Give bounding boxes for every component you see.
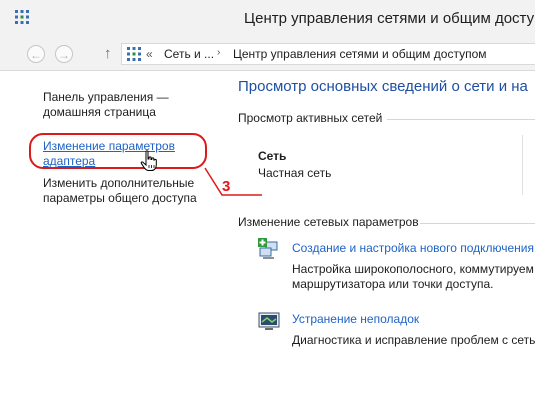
hand-cursor-icon [140, 150, 157, 171]
troubleshoot-link[interactable]: Устранение неполадок [292, 312, 419, 326]
back-button[interactable]: ← [27, 45, 45, 63]
network-name: Сеть [258, 149, 287, 163]
address-overflow-chevron[interactable]: « [146, 47, 153, 61]
breadcrumb-network-center[interactable]: Центр управления сетями и общим доступом [233, 47, 487, 61]
troubleshoot-icon [258, 312, 280, 330]
address-bar[interactable]: « Сеть и ... › Центр управления сетями и… [121, 43, 535, 65]
sidebar-advanced-sharing-link[interactable]: Изменить дополнительные параметры общего… [43, 176, 197, 206]
title-bar: Центр управления сетями и общим доступ [0, 0, 535, 40]
task-desc-line2: маршрутизатора или точки доступа. [292, 277, 494, 291]
sidebar-home-line1: Панель управления — [43, 90, 169, 104]
setup-new-connection-link[interactable]: Создание и настройка нового подключения [292, 241, 534, 255]
section-divider [387, 119, 535, 120]
up-button[interactable]: ↑ [104, 45, 112, 63]
sidebar-control-panel-home-link[interactable]: Панель управления — домашняя страница [43, 90, 169, 120]
active-networks-heading: Просмотр активных сетей [238, 111, 383, 125]
network-center-icon [127, 47, 141, 61]
sidebar-sharing-line2: параметры общего доступа [43, 191, 197, 205]
breadcrumb-separator[interactable]: › [217, 47, 220, 58]
sidebar-home-line2: домашняя страница [43, 105, 156, 119]
window-title: Центр управления сетями и общим доступ [244, 10, 535, 27]
task-desc-line1: Диагностика и исправление проблем с сеть… [292, 333, 535, 347]
change-network-settings-heading: Изменение сетевых параметров [238, 215, 419, 229]
network-center-icon [15, 10, 29, 24]
section-divider [420, 223, 535, 224]
highlight-oval [29, 133, 207, 169]
task-desc-line1: Настройка широкополосного, коммутируем [292, 262, 534, 276]
sidebar-sharing-line1: Изменить дополнительные [43, 176, 195, 190]
network-type-link[interactable]: Частная сеть [258, 166, 331, 180]
vertical-divider [522, 135, 523, 195]
new-connection-icon [258, 238, 278, 259]
setup-new-connection-description: Настройка широкополосного, коммутируем м… [292, 262, 534, 292]
page-title: Просмотр основных сведений о сети и на [238, 78, 528, 95]
troubleshoot-description: Диагностика и исправление проблем с сеть… [292, 333, 535, 348]
navigation-bar: ← → ↑ « Сеть и ... › Центр управления се… [0, 40, 535, 71]
breadcrumb-network[interactable]: Сеть и ... [164, 47, 214, 61]
forward-button[interactable]: → [55, 45, 73, 63]
step-number-badge: 3 [222, 178, 231, 195]
